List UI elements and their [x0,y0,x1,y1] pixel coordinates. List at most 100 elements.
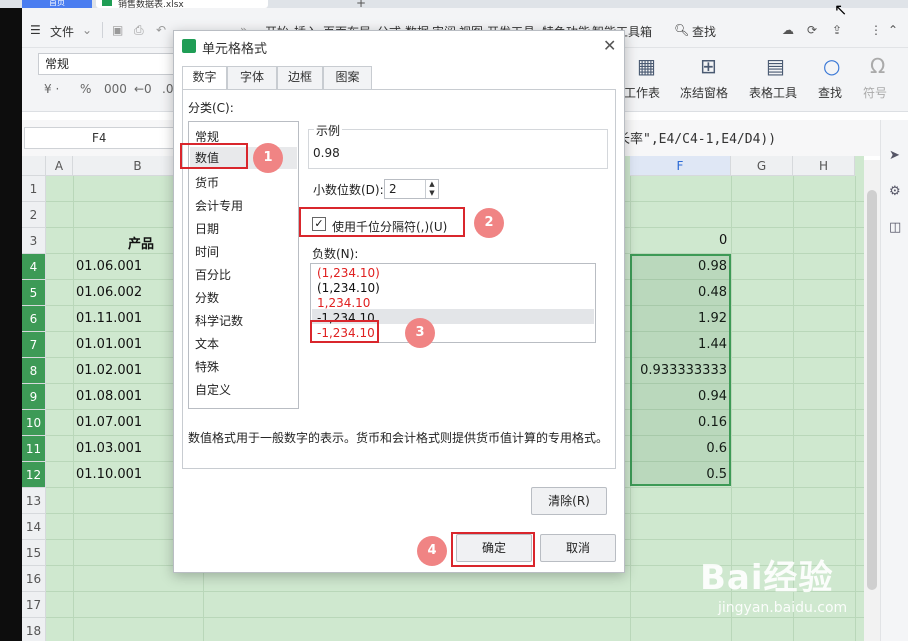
row-header[interactable]: 1 [22,176,46,202]
row-header[interactable]: 14 [22,514,46,540]
worksheet-button[interactable]: 工作表 [624,84,660,101]
scrollbar-thumb[interactable] [867,190,877,590]
number-format-select[interactable]: 常规 [38,53,188,75]
freeze-panes-button[interactable]: 冻结窗格 [680,84,728,101]
sample-value: 0.98 [313,146,340,160]
symbol-button[interactable]: 符号 [863,84,887,101]
category-custom[interactable]: 自定义 [195,381,231,398]
search-menu[interactable]: 查找 [692,23,716,40]
selected-range[interactable] [630,254,731,486]
cell-b[interactable]: 01.06.002 [76,285,142,300]
window-tab-bar: 首页 销售数据表.xlsx + [0,0,908,10]
file-menu[interactable]: 文件 [50,23,74,40]
tab-border[interactable]: 边框 [277,66,323,89]
category-percentage[interactable]: 百分比 [195,266,231,283]
close-icon[interactable]: ✕ [603,36,616,55]
home-tab[interactable]: 首页 [22,0,92,8]
chevron-down-icon[interactable]: ⌄ [82,23,92,37]
row-header[interactable]: 9 [22,384,46,410]
cell-b[interactable]: 01.11.001 [76,311,142,326]
row-header[interactable]: 3 [22,228,46,254]
collapse-icon[interactable]: ⌃ [888,23,898,37]
search-icon[interactable]: 🔍︎ [674,23,689,37]
column-header-g[interactable]: G [731,156,793,176]
row-header[interactable]: 13 [22,488,46,514]
category-scientific[interactable]: 科学记数 [195,312,243,329]
column-header-f[interactable]: F [630,156,731,176]
negative-option-2[interactable]: (1,234.10) [317,281,380,295]
stepper-up-icon[interactable]: ▲ [426,180,438,189]
tab-number[interactable]: 数字 [182,66,227,90]
file-tab[interactable]: 销售数据表.xlsx [96,0,268,10]
cell-b[interactable]: 01.02.001 [76,363,142,378]
row-header[interactable]: 15 [22,540,46,566]
tab-font[interactable]: 字体 [227,66,277,89]
row-header[interactable]: 16 [22,566,46,592]
cell-b[interactable]: 01.03.001 [76,441,142,456]
cell-b[interactable]: 01.08.001 [76,389,142,404]
row-header[interactable]: 2 [22,202,46,228]
freeze-panes-icon[interactable]: ⊞ [700,54,717,78]
row-header[interactable]: 4 [22,254,46,280]
find-icon[interactable]: ○ [823,54,840,78]
category-special[interactable]: 特殊 [195,358,219,375]
print-icon[interactable]: ⎙ [134,23,144,38]
cell-b[interactable]: 01.07.001 [76,415,142,430]
cell-b[interactable]: 01.06.001 [76,259,142,274]
column-header-a[interactable]: A [46,156,73,176]
row-header[interactable]: 6 [22,306,46,332]
settings-icon[interactable]: ⚙ [889,184,901,199]
cell-b[interactable]: 01.01.001 [76,337,142,352]
formula-input[interactable]: 长率",E4/C4-1,E4/D4)) [617,128,776,147]
clear-button[interactable]: 清除(R) [531,487,607,515]
name-box[interactable]: F4 [24,127,174,149]
cell-f3[interactable]: 0 [719,233,727,248]
category-time[interactable]: 时间 [195,243,219,260]
cancel-button[interactable]: 取消 [540,534,616,562]
vertical-scrollbar[interactable] [864,160,880,641]
category-date[interactable]: 日期 [195,220,219,237]
symbol-icon[interactable]: Ω [870,54,885,78]
category-currency[interactable]: 货币 [195,174,219,191]
negative-numbers-label: 负数(N): [312,247,359,261]
row-header[interactable]: 11 [22,436,46,462]
worksheet-icon[interactable]: ▦ [637,54,656,78]
thousands-format-icon[interactable]: 000 [104,82,127,96]
row-header[interactable]: 5 [22,280,46,306]
more-options-icon[interactable]: ⋮ [870,23,882,37]
currency-format-icon[interactable]: ¥ · [44,82,59,96]
row-header[interactable]: 10 [22,410,46,436]
column-header-h[interactable]: H [793,156,855,176]
category-accounting[interactable]: 会计专用 [195,197,243,214]
row-header[interactable]: 7 [22,332,46,358]
stepper-down-icon[interactable]: ▼ [426,189,438,198]
pointer-icon[interactable]: ➤ [889,148,900,163]
sample-box: 0.98 [308,129,608,169]
select-all-corner[interactable] [22,156,46,176]
row-header[interactable]: 12 [22,462,46,488]
save-icon[interactable]: ▣ [112,23,123,37]
undo-icon[interactable]: ↶ [156,23,166,37]
decimal-places-stepper[interactable]: 2 ▲ ▼ [384,179,439,199]
share-icon[interactable]: ⇪ [832,23,842,37]
cell-b[interactable]: 01.10.001 [76,467,142,482]
find-button[interactable]: 查找 [818,84,842,101]
style-icon[interactable]: ◫ [889,220,901,235]
table-tools-icon[interactable]: ▤ [766,54,785,78]
sync-icon[interactable]: ⟳ [807,23,817,37]
hamburger-icon[interactable]: ☰ [30,23,41,37]
category-fraction[interactable]: 分数 [195,289,219,306]
row-header[interactable]: 18 [22,618,46,641]
tab-pattern[interactable]: 图案 [323,66,372,89]
row-header[interactable]: 17 [22,592,46,618]
cloud-icon[interactable]: ☁ [782,23,794,37]
negative-option-1[interactable]: (1,234.10) [317,266,380,280]
increase-decimal-icon[interactable]: ←0 [134,82,152,96]
table-tools-button[interactable]: 表格工具 [749,84,797,101]
row-header[interactable]: 8 [22,358,46,384]
category-text[interactable]: 文本 [195,335,219,352]
negative-option-3[interactable]: 1,234.10 [317,296,370,310]
percent-format-icon[interactable]: % [80,82,91,96]
decimal-places-value[interactable]: 2 [389,182,397,196]
cell-b3[interactable]: 产品 [128,233,154,252]
